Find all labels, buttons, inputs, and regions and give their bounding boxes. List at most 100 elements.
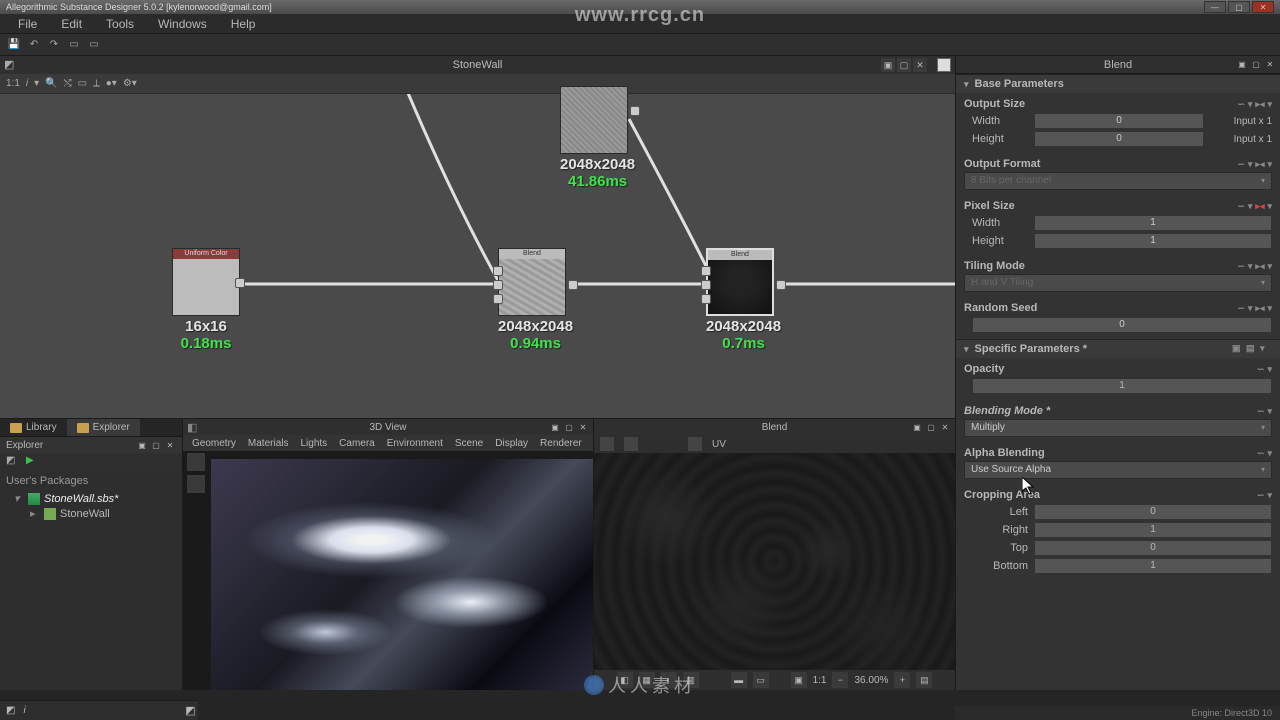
panel-pin-icon[interactable]: ▣	[549, 421, 561, 433]
link-icon[interactable]: ⤭	[64, 78, 72, 89]
crop-left-slider[interactable]: 0	[1034, 504, 1272, 520]
menu-tools[interactable]: Tools	[94, 17, 146, 31]
link-icon[interactable]: ∽	[1237, 261, 1245, 272]
menu-icon[interactable]: ▤	[916, 672, 932, 688]
alpha-blending-select[interactable]: Use Source Alpha▾	[964, 461, 1272, 479]
tab-explorer[interactable]: Explorer	[67, 419, 140, 436]
reset-icon[interactable]: ▸◂	[1255, 159, 1264, 170]
view3d-menu-materials[interactable]: Materials	[243, 438, 294, 449]
gear-icon[interactable]: ⚙▾	[123, 78, 137, 89]
panel-close-icon[interactable]: ✕	[1264, 59, 1276, 71]
menu-icon[interactable]: ▾	[1248, 159, 1253, 170]
reset-icon[interactable]: ▸◂	[1255, 99, 1264, 110]
publish-icon[interactable]: ▭	[86, 37, 102, 53]
crop-bottom-slider[interactable]: 1	[1034, 558, 1272, 574]
copy-icon[interactable]: ▣	[1232, 343, 1244, 355]
graph-pin-icon[interactable]: ▣	[881, 58, 895, 72]
eyedropper-icon[interactable]	[187, 475, 205, 493]
node-blend-1[interactable]: Blend 2048x2048 0.94ms	[498, 248, 573, 352]
tree-item-graph[interactable]: ▸ StoneWall	[6, 506, 176, 521]
chevron-down-icon[interactable]: ▾	[1267, 261, 1272, 272]
panel-pin-icon[interactable]: ▣	[136, 439, 148, 451]
panel-max-icon[interactable]: ▢	[1250, 59, 1262, 71]
folder-icon[interactable]: ▭	[66, 37, 82, 53]
levels-icon[interactable]: ◧	[617, 672, 633, 688]
panel-close-icon[interactable]: ✕	[164, 439, 176, 451]
menu-icon[interactable]: ▾	[1248, 261, 1253, 272]
view3d-viewport[interactable]	[183, 451, 593, 690]
panel-pin-icon[interactable]: ▣	[911, 421, 923, 433]
panel-max-icon[interactable]: ▢	[150, 439, 162, 451]
save-icon[interactable]: ▤	[1246, 343, 1258, 355]
uv-icon[interactable]	[688, 437, 702, 451]
menu-file[interactable]: File	[6, 17, 49, 31]
pixel-height-input[interactable]: 1	[1034, 233, 1272, 249]
panel-close-icon[interactable]: ✕	[939, 421, 951, 433]
view3d-menu-camera[interactable]: Camera	[334, 438, 380, 449]
view3d-menu-display[interactable]: Display	[490, 438, 533, 449]
link-icon[interactable]: ∽	[1237, 303, 1245, 314]
menu-icon[interactable]: ▾	[1248, 201, 1253, 212]
view3d-menu-environment[interactable]: Environment	[382, 438, 448, 449]
crop-right-slider[interactable]: 1	[1034, 522, 1272, 538]
chevron-down-icon[interactable]: ▾	[1267, 159, 1272, 170]
panel-close-icon[interactable]: ✕	[577, 421, 589, 433]
ruler-icon[interactable]: ▬	[731, 672, 747, 688]
menu-windows[interactable]: Windows	[146, 17, 219, 31]
graph-close-icon[interactable]: ✕	[913, 58, 927, 72]
corner-icon[interactable]: ◩	[6, 705, 15, 716]
corner-icon[interactable]: ◩	[185, 704, 195, 717]
checker-icon[interactable]: ▦	[639, 672, 655, 688]
info-icon[interactable]: i	[23, 705, 25, 716]
tiling-mode-select[interactable]: H and V Tiling▾	[964, 274, 1272, 292]
view3d-menu-renderer[interactable]: Renderer	[535, 438, 587, 449]
pin-icon[interactable]: ⟂	[93, 78, 100, 89]
link-icon[interactable]: ∽	[1257, 406, 1265, 417]
link-icon[interactable]: ∽	[1237, 201, 1245, 212]
blending-mode-select[interactable]: Multiply▾	[964, 419, 1272, 437]
rgba-icon[interactable]	[600, 437, 614, 451]
menu-edit[interactable]: Edit	[49, 17, 94, 31]
blend-viewport[interactable]	[594, 453, 955, 670]
chevron-down-icon[interactable]: ▾	[1267, 303, 1272, 314]
tree-item-package[interactable]: ▾ StoneWall.sbs*	[6, 491, 176, 506]
zoom-out-icon[interactable]: −	[832, 672, 848, 688]
guide-icon[interactable]: ▭	[753, 672, 769, 688]
zoom-percent[interactable]: 36.00%	[854, 675, 888, 686]
link-icon[interactable]: ∽	[1237, 159, 1245, 170]
chevron-down-icon[interactable]: ▾	[34, 78, 39, 89]
minimize-button[interactable]: —	[1204, 1, 1226, 13]
node-blend-2[interactable]: Blend 2048x2048 0.7ms	[706, 248, 781, 352]
panel-pin-icon[interactable]: ▣	[1236, 59, 1248, 71]
reset-icon[interactable]: ▸◂	[1255, 201, 1264, 212]
rgb-icon[interactable]	[624, 437, 638, 451]
view3d-menu-lights[interactable]: Lights	[295, 438, 332, 449]
view3d-menu-geometry[interactable]: Geometry	[187, 438, 241, 449]
crop-top-slider[interactable]: 0	[1034, 540, 1272, 556]
grid-icon[interactable]	[187, 453, 205, 471]
maximize-button[interactable]: ▢	[1228, 1, 1250, 13]
chevron-down-icon[interactable]: ▾	[1267, 99, 1272, 110]
tab-library[interactable]: Library	[0, 419, 67, 436]
panel-max-icon[interactable]: ▢	[925, 421, 937, 433]
split-icon[interactable]: ▥	[683, 672, 699, 688]
node-uniform-color[interactable]: Uniform Color 16x16 0.18ms	[172, 248, 240, 352]
zoom-ratio[interactable]: 1:1	[813, 675, 827, 686]
reset-icon[interactable]: ▸◂	[1255, 303, 1264, 314]
section-base-parameters[interactable]: ▾ Base Parameters	[956, 74, 1280, 93]
pixel-width-input[interactable]: 1	[1034, 215, 1272, 231]
menu-help[interactable]: Help	[219, 17, 268, 31]
circle-icon[interactable]: ●▾	[106, 78, 117, 89]
graph-max-icon[interactable]: ▢	[897, 58, 911, 72]
link-icon[interactable]: ∽	[1257, 448, 1265, 459]
chevron-down-icon[interactable]: ▾	[1267, 201, 1272, 212]
section-specific-parameters[interactable]: ▾ Specific Parameters * ▣▤▾	[956, 339, 1280, 358]
close-button[interactable]: ✕	[1252, 1, 1274, 13]
output-width-input[interactable]: 0	[1034, 113, 1204, 129]
random-seed-input[interactable]: 0	[972, 317, 1272, 333]
link-icon[interactable]: ∽	[1257, 490, 1265, 501]
document-icon[interactable]	[937, 58, 951, 72]
graph-canvas[interactable]: 2048x2048 41.86ms Uniform Color 16x16 0.…	[0, 94, 955, 418]
play-icon[interactable]: ▶	[26, 455, 40, 469]
panel-max-icon[interactable]: ▢	[563, 421, 575, 433]
